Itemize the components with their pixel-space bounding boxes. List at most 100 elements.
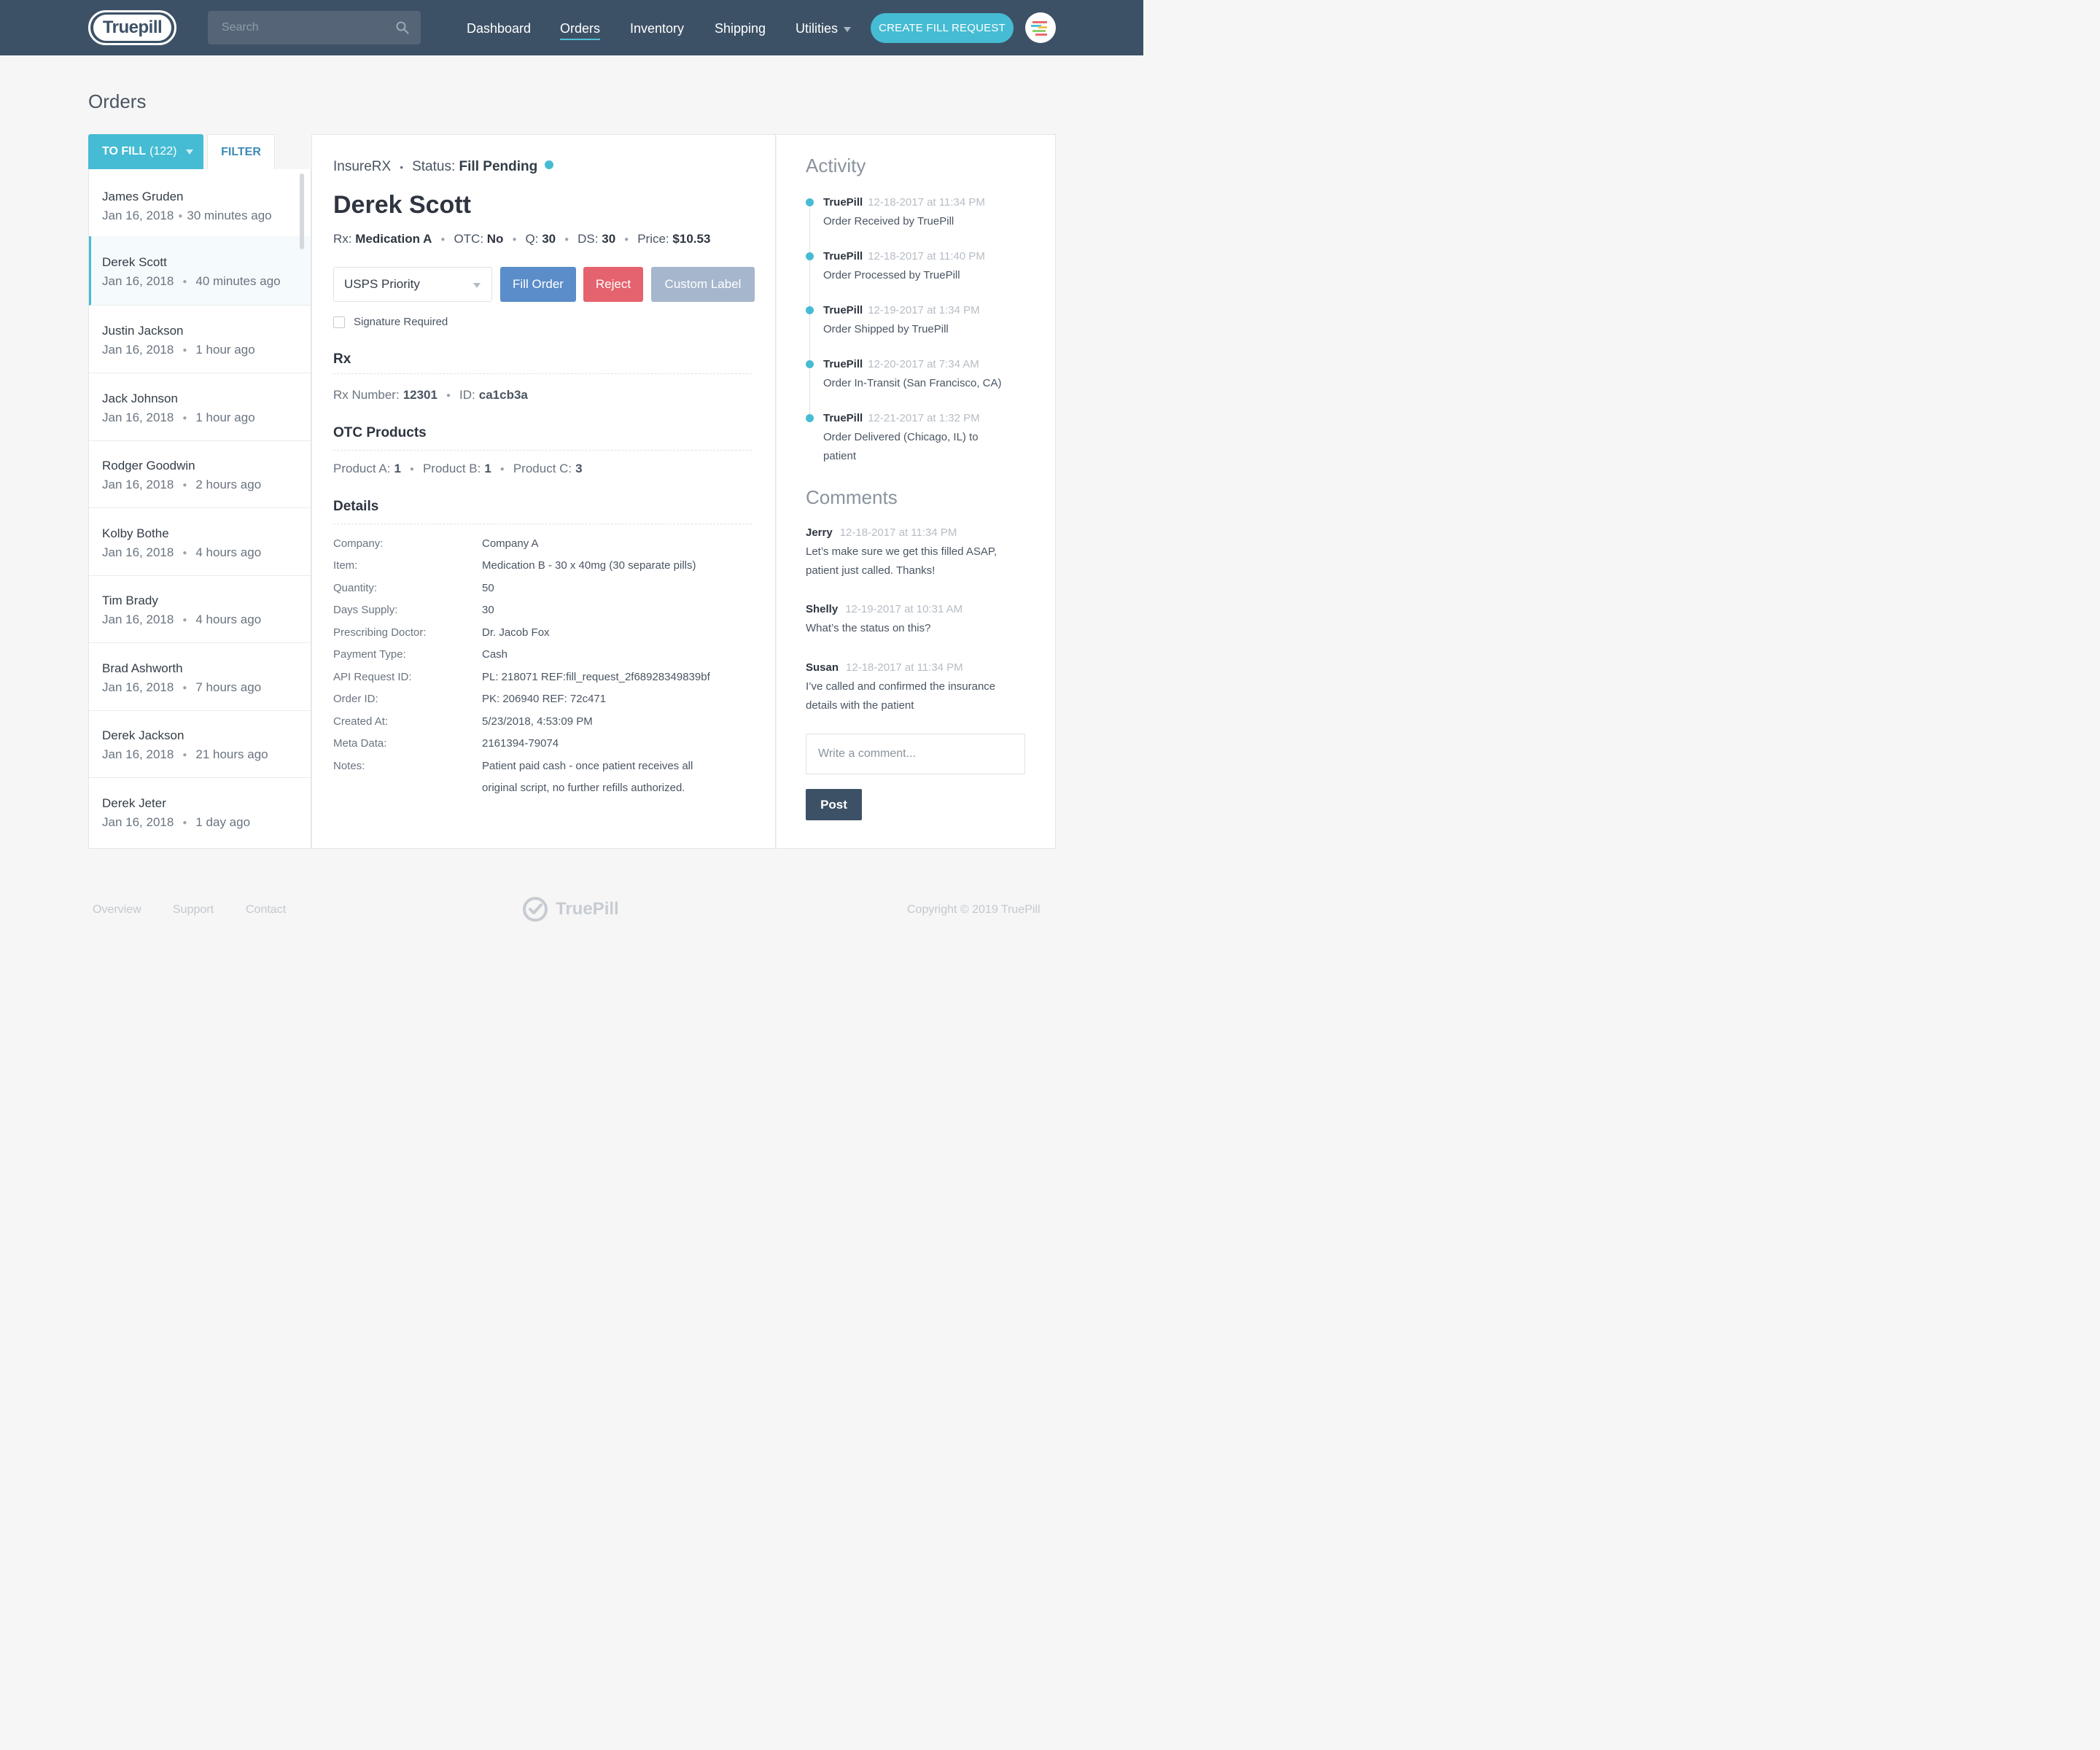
signature-required-option: Signature Required (333, 316, 448, 328)
order-patient-name: Kolby Bothe (102, 526, 169, 540)
activity-head: TruePill 12-20-2017 at 7:34 AM (823, 358, 979, 370)
order-date: Jan 16, 2018 (102, 343, 174, 357)
comment-author: Jerry (806, 526, 833, 539)
detail-label: Payment Type: (333, 648, 406, 661)
tab-filter[interactable]: FILTER (207, 134, 275, 169)
chevron-down-icon (185, 149, 193, 155)
activity-time: 12-18-2017 at 11:34 PM (868, 196, 985, 209)
order-list-scrollbar[interactable] (300, 174, 304, 249)
order-date: Jan 16, 2018 (102, 411, 174, 424)
order-list-item[interactable]: Tim Brady Jan 16, 2018 ● 4 hours ago (89, 575, 311, 643)
nav-link-dashboard[interactable]: Dashboard (467, 21, 531, 36)
order-ago: 1 hour ago (195, 343, 255, 357)
rx-label: Rx: (333, 232, 352, 246)
activity-text: Order Delivered (Chicago, IL) to patient (823, 431, 979, 462)
rx-summary-line: Rx: Medication A ● OTC: No ● Q: 30 ● DS: 30 ● Pr… (333, 232, 711, 246)
price-value: $10.53 (672, 232, 711, 246)
order-ago: 1 day ago (195, 815, 251, 829)
order-list-item[interactable]: Kolby Bothe Jan 16, 2018 ● 4 hours ago (89, 508, 311, 576)
truepill-check-icon (523, 897, 548, 922)
comment-input[interactable] (806, 734, 1025, 774)
order-ago: 4 hours ago (195, 612, 262, 626)
rx-id-value: ca1cb3a (478, 388, 528, 402)
fill-order-button[interactable]: Fill Order (500, 267, 576, 302)
reject-button[interactable]: Reject (583, 267, 643, 302)
order-ago: 40 minutes ago (195, 274, 281, 288)
order-list-item[interactable]: Derek Jackson Jan 16, 2018 ● 21 hours ago (89, 710, 311, 778)
rx-number-value: 12301 (402, 388, 438, 402)
otc-label: OTC: (454, 232, 484, 246)
footer-link-overview[interactable]: Overview (93, 903, 141, 917)
order-meta: Jan 16, 2018 ● 21 hours ago (102, 747, 268, 761)
activity-time: 12-20-2017 at 7:34 AM (868, 358, 979, 370)
detail-value: 5/23/2018, 4:53:09 PM (482, 715, 593, 728)
order-ago: 1 hour ago (195, 411, 255, 424)
signature-required-checkbox[interactable] (333, 316, 345, 328)
order-ago: 30 minutes ago (187, 209, 272, 222)
order-meta: Jan 16, 2018 ● 7 hours ago (102, 680, 262, 694)
order-list: James Gruden Jan 16, 2018 ● 30 minutes ago… (88, 169, 311, 849)
order-meta: Jan 16, 2018 ● 1 hour ago (102, 411, 255, 424)
nav-link-shipping[interactable]: Shipping (715, 21, 766, 36)
order-list-item[interactable]: Brad Ashworth Jan 16, 2018 ● 7 hours ago (89, 643, 311, 711)
order-list-item[interactable]: Justin Jackson Jan 16, 2018 ● 1 hour ago (89, 306, 311, 373)
rx-id-label: ID: (459, 388, 475, 402)
order-patient-name: Justin Jackson (102, 324, 184, 338)
post-comment-button[interactable]: Post (806, 789, 862, 820)
nav-link-inventory[interactable]: Inventory (630, 21, 684, 36)
order-date: Jan 16, 2018 (102, 545, 174, 559)
order-list-item[interactable]: Derek Jeter Jan 16, 2018 ● 1 day ago (89, 778, 311, 846)
order-date: Jan 16, 2018 (102, 815, 174, 829)
detail-value: Dr. Jacob Fox (482, 626, 550, 639)
create-fill-request-button[interactable]: CREATE FILL REQUEST (871, 13, 1014, 43)
order-list-item[interactable]: Rodger Goodwin Jan 16, 2018 ● 2 hours ago (89, 440, 311, 508)
divider (333, 373, 752, 374)
comment-time: 12-18-2017 at 11:34 PM (839, 526, 957, 539)
order-patient-name: Derek Jeter (102, 796, 166, 810)
comment-head: Susan 12-18-2017 at 11:34 PM (806, 661, 963, 674)
activity-time: 12-21-2017 at 1:32 PM (868, 412, 980, 424)
detail-value: Cash (482, 648, 508, 661)
product-value: 1 (484, 462, 491, 475)
order-date: Jan 16, 2018 (102, 680, 174, 694)
detail-value: 50 (482, 582, 494, 594)
detail-value: 2161394-79074 (482, 737, 559, 750)
tab-to-fill-count: (122) (149, 145, 177, 158)
footer-link-contact[interactable]: Contact (246, 903, 286, 917)
order-patient-name: Brad Ashworth (102, 661, 183, 675)
search-input[interactable] (208, 11, 390, 44)
product-label: Product B: (422, 462, 481, 475)
truepill-logo[interactable]: Truepill (88, 10, 176, 45)
detail-label: Item: (333, 559, 358, 572)
nav-link-utilities[interactable]: Utilities (796, 21, 852, 36)
order-ago: 7 hours ago (195, 680, 262, 694)
nav-link-orders[interactable]: Orders (560, 21, 601, 40)
shipping-method-select[interactable]: USPS Priority (333, 267, 492, 302)
q-value: 30 (542, 232, 556, 246)
detail-label: Meta Data: (333, 737, 387, 750)
detail-label: Prescribing Doctor: (333, 626, 427, 639)
detail-value: Medication B - 30 x 40mg (30 separate pi… (482, 559, 696, 572)
footer-link-support[interactable]: Support (173, 903, 214, 917)
order-ago: 21 hours ago (195, 747, 268, 761)
comment-author: Susan (806, 661, 839, 674)
timeline-dot-icon (806, 414, 814, 422)
tab-to-fill[interactable]: TO FILL (122) (88, 134, 203, 169)
order-list-item[interactable]: Jack Johnson Jan 16, 2018 ● 1 hour ago (89, 373, 311, 441)
shipping-method-value: USPS Priority (344, 277, 420, 291)
custom-label-button[interactable]: Custom Label (651, 267, 755, 302)
order-list-item-selected[interactable]: Derek Scott Jan 16, 2018 ● 40 minutes ago (89, 236, 311, 306)
rx-section-title: Rx (333, 351, 351, 367)
order-patient-name: Derek Jackson (102, 728, 184, 742)
order-list-item[interactable]: James Gruden Jan 16, 2018 ● 30 minutes ago (89, 169, 311, 237)
detail-label: Days Supply: (333, 604, 398, 616)
order-meta: Jan 16, 2018 ● 30 minutes ago (102, 209, 272, 222)
detail-value-cont: original script, no further refills auth… (482, 782, 685, 794)
order-date: Jan 16, 2018 (102, 274, 174, 288)
timeline-line (809, 206, 810, 422)
user-avatar[interactable] (1025, 12, 1056, 43)
detail-value: Company A (482, 537, 539, 550)
order-meta: Jan 16, 2018 ● 1 hour ago (102, 343, 255, 357)
order-meta: Jan 16, 2018 ● 1 day ago (102, 815, 251, 829)
search-icon[interactable] (396, 21, 409, 34)
